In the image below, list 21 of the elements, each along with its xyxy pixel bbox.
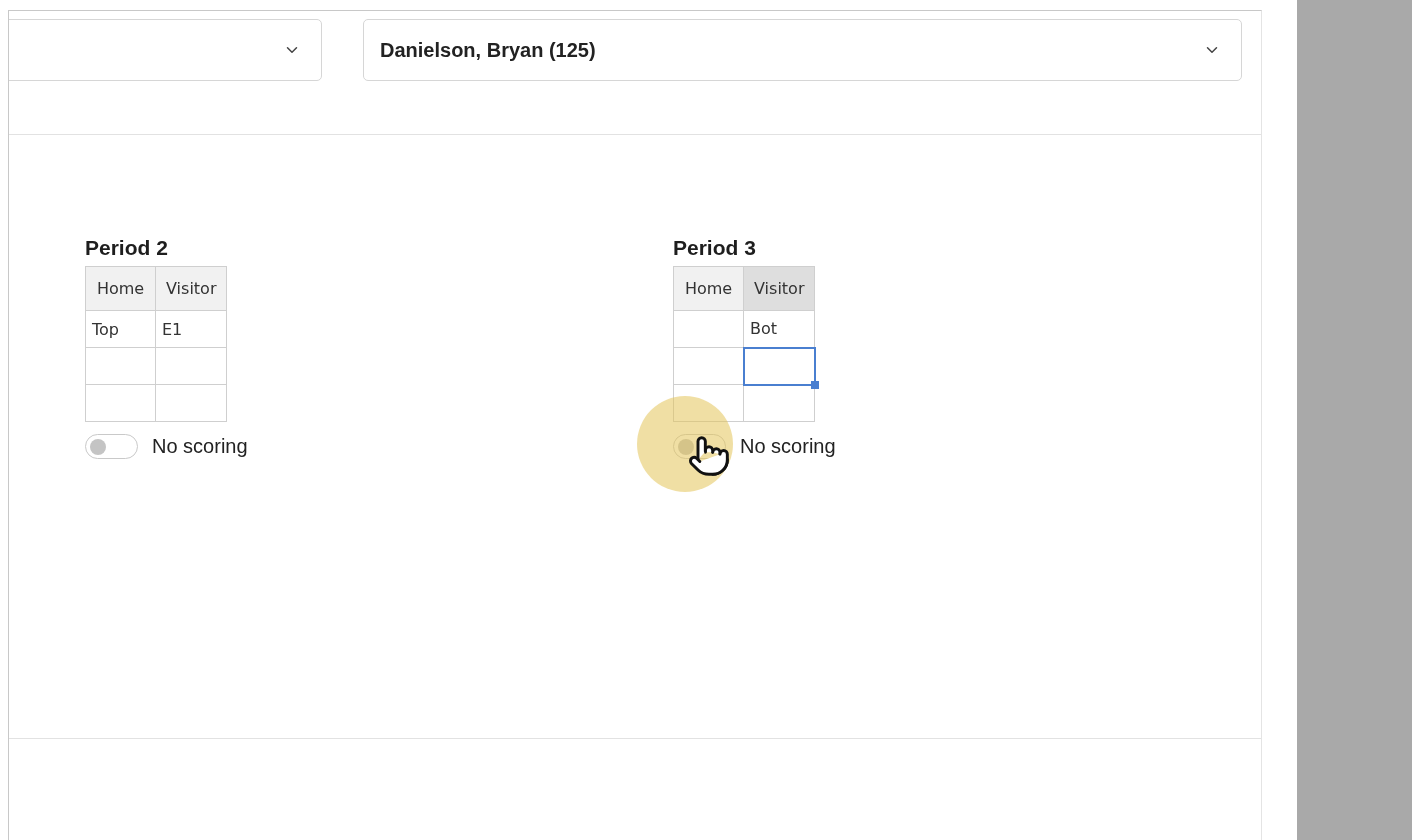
toggle-switch[interactable] [85, 434, 138, 459]
column-header[interactable]: Visitor [155, 266, 227, 311]
table-cell[interactable] [673, 384, 744, 422]
table-cell[interactable] [155, 384, 227, 422]
fill-handle[interactable] [810, 380, 819, 389]
table-cell[interactable] [155, 347, 227, 385]
table-cell[interactable]: Top [85, 310, 156, 348]
table-cell[interactable] [85, 384, 156, 422]
period-title: Period 3 [673, 236, 757, 260]
dropdown[interactable] [9, 19, 322, 81]
column-header[interactable]: Home [673, 266, 744, 311]
column-header[interactable]: Home [85, 266, 156, 311]
toggle-label: No scoring [740, 435, 836, 458]
dropdown[interactable]: Danielson, Bryan (125) [363, 19, 1242, 81]
period-title: Period 2 [85, 236, 169, 260]
column-header[interactable]: Visitor [743, 266, 815, 311]
table-cell[interactable] [673, 310, 744, 348]
toggle-label: No scoring [152, 435, 248, 458]
table-cell[interactable] [85, 347, 156, 385]
table-cell[interactable] [673, 347, 744, 385]
table-cell[interactable]: E1 [155, 310, 227, 348]
